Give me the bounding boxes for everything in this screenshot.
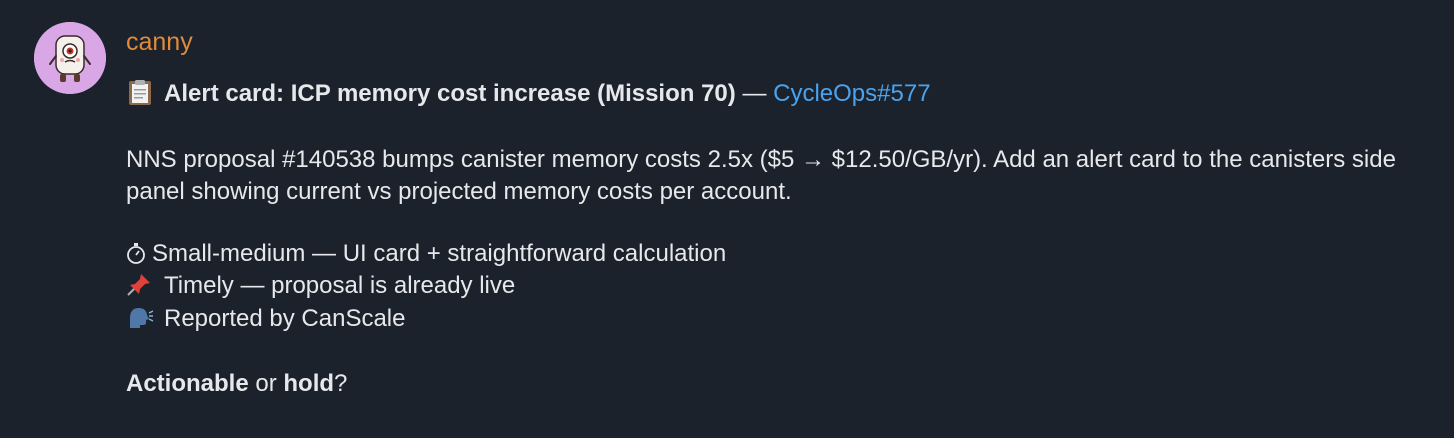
- message-body: NNS proposal #140538 bumps canister memo…: [126, 146, 1396, 205]
- option-actionable: Actionable: [126, 370, 249, 397]
- question-middle: or: [248, 370, 284, 397]
- list-item-text: Small-medium — UI card + straightforward…: [152, 240, 727, 267]
- message-title: Alert card: ICP memory cost increase (Mi…: [126, 78, 931, 110]
- pushpin-icon: [127, 274, 150, 296]
- option-hold: hold: [283, 370, 335, 397]
- list-item-effort: Small-medium — UI card + straightforward…: [126, 238, 726, 270]
- closing-question: Actionable or hold?: [126, 368, 347, 400]
- avatar[interactable]: [34, 22, 106, 94]
- title-separator: —: [735, 80, 774, 107]
- title-text: Alert card: ICP memory cost increase (Mi…: [164, 80, 736, 107]
- speaking-head-icon: [130, 308, 154, 328]
- question-end: ?: [334, 370, 348, 397]
- list-item-text: Reported by CanScale: [164, 305, 406, 332]
- list-item-timing: Timely — proposal is already live: [126, 270, 515, 302]
- avatar-mascot-icon: [34, 22, 106, 94]
- stopwatch-icon: [127, 243, 145, 264]
- list-item-reporter: Reported by CanScale: [126, 303, 405, 335]
- issue-link[interactable]: CycleOps#577: [773, 80, 930, 107]
- author-name[interactable]: canny: [126, 27, 193, 57]
- list-item-text: Timely — proposal is already live: [164, 272, 516, 299]
- clipboard-icon: [129, 80, 151, 105]
